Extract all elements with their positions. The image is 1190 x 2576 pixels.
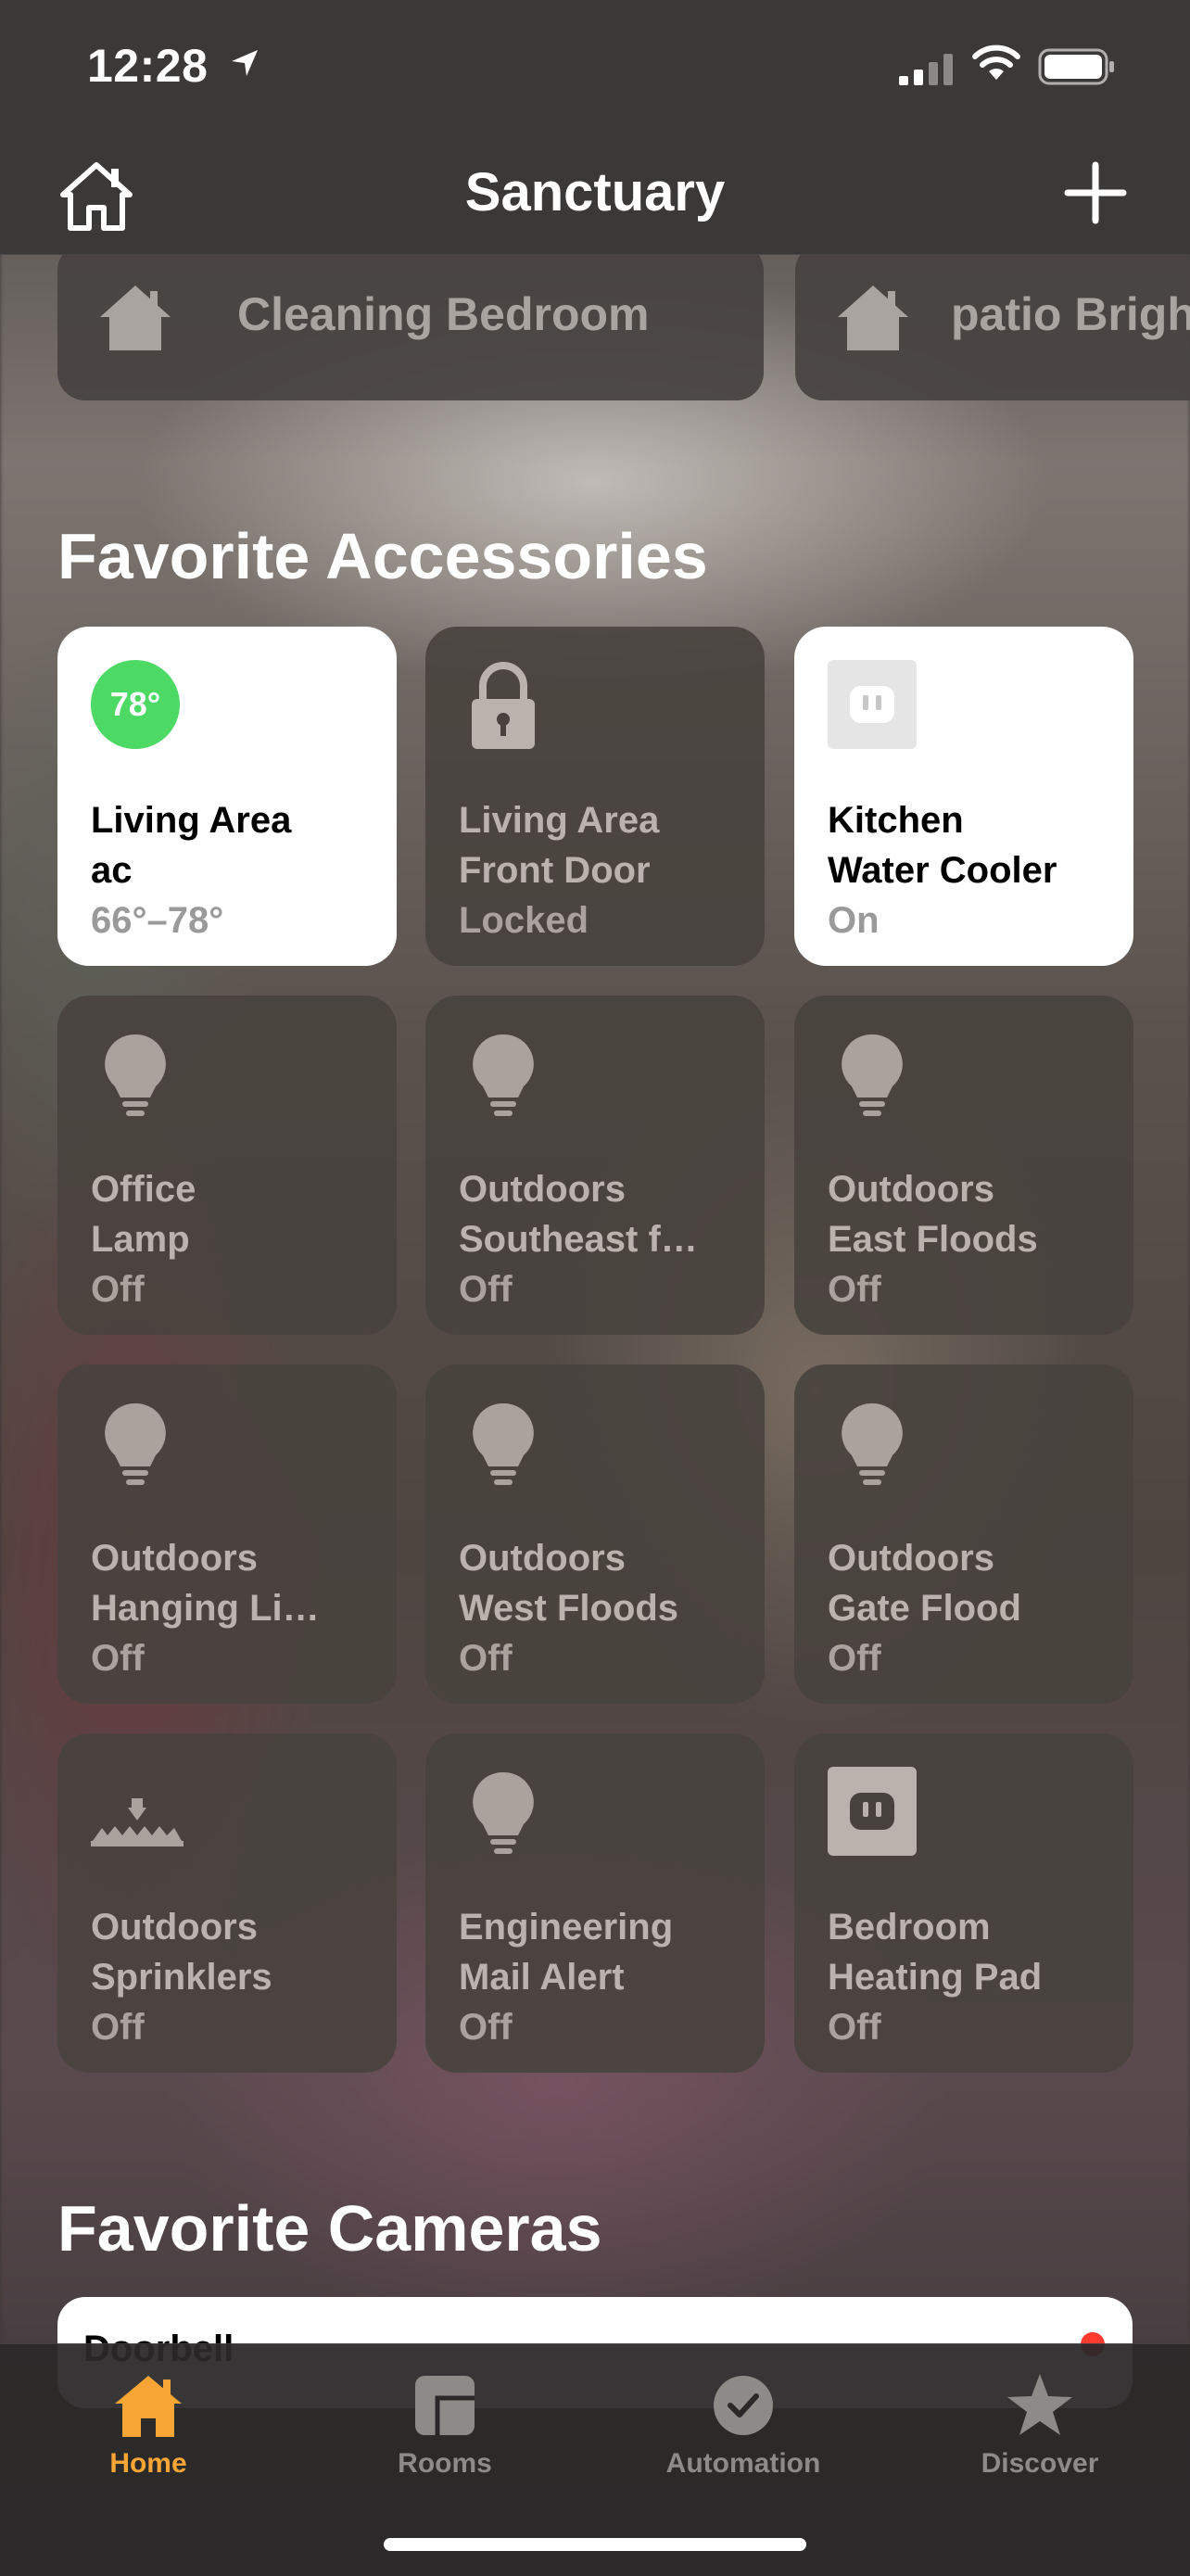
outlet-icon [828, 1767, 917, 1856]
accessory-tile-outdoors-hanging-lights[interactable]: Outdoors Hanging Li… Off [57, 1364, 397, 1704]
home-title: Sanctuary [464, 162, 726, 222]
scenes-row: Cleaning Bedroom patio Brigh [0, 254, 1190, 402]
house-icon [838, 286, 908, 350]
accessory-name-line1: Living Area [91, 800, 292, 841]
accessory-name-line2: Water Cooler [828, 850, 1057, 891]
accessory-name-line2: Lamp [91, 1219, 190, 1260]
tab-label: Rooms [398, 2448, 492, 2479]
accessory-tile-outdoors-east-floods[interactable]: Outdoors East Floods Off [794, 996, 1133, 1335]
accessory-tile-outdoors-southeast[interactable]: Outdoors Southeast f… Off [425, 996, 765, 1335]
accessory-status: Off [459, 1638, 513, 1679]
accessory-name-line1: Outdoors [91, 1907, 258, 1948]
accessory-tile-living-area-ac[interactable]: 78° Living Area ac 66°–78° [57, 627, 397, 966]
accessory-name-line2: Sprinklers [91, 1957, 272, 1998]
accessory-tile-kitchen-water-cooler[interactable]: Kitchen Water Cooler On [794, 627, 1133, 966]
accessory-name-line1: Outdoors [91, 1538, 258, 1579]
accessory-name-line2: Front Door [459, 850, 651, 891]
location-arrow-icon [232, 50, 258, 76]
thermostat-icon: 78° [91, 660, 180, 749]
accessory-status: Locked [459, 900, 589, 941]
tab-label: Automation [665, 2448, 821, 2479]
automation-icon [714, 2376, 773, 2435]
add-icon[interactable] [1062, 159, 1129, 226]
accessory-name-line1: Outdoors [828, 1169, 994, 1210]
accessory-name-line1: Office [91, 1169, 196, 1210]
accessory-name-line1: Bedroom [828, 1907, 991, 1948]
accessory-name-line2: West Floods [459, 1588, 679, 1629]
accessory-name-line1: Outdoors [459, 1169, 626, 1210]
accessory-name-line1: Living Area [459, 800, 660, 841]
wifi-icon [972, 44, 1020, 80]
tab-home[interactable]: Home [28, 2372, 269, 2511]
accessory-status: Off [91, 1269, 145, 1310]
favorite-cameras-heading: Favorite Cameras [57, 2192, 602, 2265]
accessory-status: Off [459, 1269, 513, 1310]
tab-automation[interactable]: Automation [623, 2372, 864, 2511]
accessory-tile-bedroom-heating-pad[interactable]: Bedroom Heating Pad Off [794, 1733, 1133, 2073]
battery-icon [1038, 48, 1114, 85]
accessory-tile-outdoors-sprinklers[interactable]: Outdoors Sprinklers Off [57, 1733, 397, 2073]
lock-icon [472, 662, 535, 749]
status-bar: 12:28 [0, 0, 1190, 139]
lightbulb-icon [473, 1771, 534, 1854]
navigation-bar: Sanctuary [0, 139, 1190, 255]
star-icon [1007, 2374, 1072, 2435]
home-indicator[interactable] [384, 2538, 806, 2551]
house-icon [115, 2376, 182, 2437]
tab-label: Discover [981, 2448, 1099, 2479]
accessory-name-line2: East Floods [828, 1219, 1038, 1260]
accessory-status: 66°–78° [91, 900, 224, 941]
accessory-name-line2: ac [91, 850, 133, 891]
scene-tile-patio[interactable]: patio Brigh [795, 254, 1190, 400]
accessory-tile-outdoors-gate-flood[interactable]: Outdoors Gate Flood Off [794, 1364, 1133, 1704]
lightbulb-icon [105, 1034, 166, 1116]
accessory-status: Off [828, 1638, 881, 1679]
accessory-name-line2: Hanging Li… [91, 1588, 320, 1629]
accessory-name-line1: Kitchen [828, 800, 964, 841]
accessory-tile-office-lamp[interactable]: Office Lamp Off [57, 996, 397, 1335]
accessory-status: Off [91, 2007, 145, 2048]
accessory-name-line2: Mail Alert [459, 1957, 625, 1998]
accessory-tile-outdoors-west-floods[interactable]: Outdoors West Floods Off [425, 1364, 765, 1704]
scene-label: Cleaning Bedroom [237, 288, 650, 340]
accessory-status: On [828, 900, 880, 941]
scene-tile-cleaning-bedroom[interactable]: Cleaning Bedroom [57, 254, 764, 400]
rooms-icon [415, 2376, 475, 2435]
accessory-status: Off [828, 1269, 881, 1310]
accessory-name-line1: Engineering [459, 1907, 674, 1948]
accessory-name-line2: Southeast f… [459, 1219, 698, 1260]
lightbulb-icon [473, 1402, 534, 1485]
lightbulb-icon [105, 1402, 166, 1485]
accessory-name-line2: Gate Flood [828, 1588, 1021, 1629]
accessory-status: Off [828, 2007, 881, 2048]
accessory-name-line1: Outdoors [459, 1538, 626, 1579]
tab-label: Home [109, 2448, 187, 2479]
tab-rooms[interactable]: Rooms [324, 2372, 565, 2511]
accessory-status: Off [91, 1638, 145, 1679]
tab-discover[interactable]: Discover [919, 2372, 1160, 2511]
lightbulb-icon [842, 1402, 903, 1485]
accessory-tile-engineering-mail-alert[interactable]: Engineering Mail Alert Off [425, 1733, 765, 2073]
accessory-name-line1: Outdoors [828, 1538, 994, 1579]
house-icon [100, 286, 171, 350]
cellular-signal-icon [899, 54, 953, 85]
accessory-name-line2: Heating Pad [828, 1957, 1043, 1998]
accessory-status: Off [459, 2007, 513, 2048]
lightbulb-icon [842, 1034, 903, 1116]
accessory-tile-front-door[interactable]: Living Area Front Door Locked [425, 627, 765, 966]
scene-label: patio Brigh [951, 288, 1190, 340]
outlet-icon [828, 660, 917, 749]
sprinkler-icon [91, 1798, 184, 1846]
favorite-accessories-heading: Favorite Accessories [57, 520, 708, 592]
status-time: 12:28 [87, 40, 209, 92]
lightbulb-icon [473, 1034, 534, 1116]
